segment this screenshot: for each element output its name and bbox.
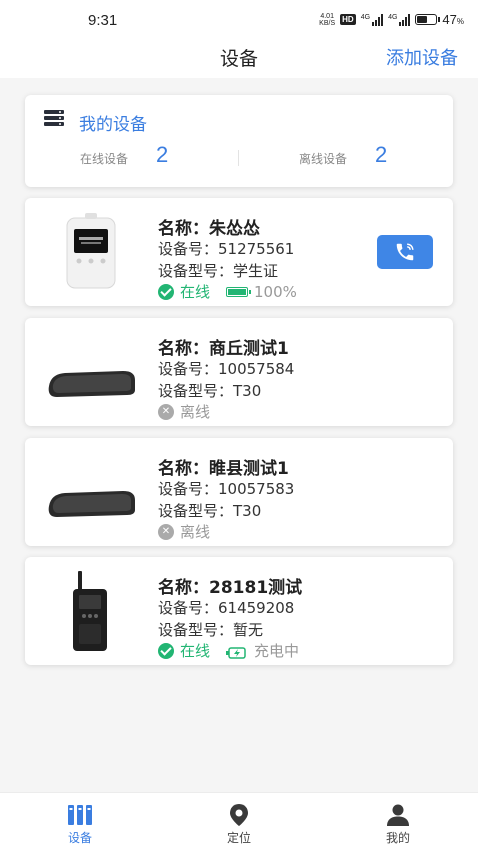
walkie-talkie-device-image [43, 569, 139, 653]
rearview-mirror-device-image [43, 450, 139, 534]
my-devices-title: 我的设备 [79, 115, 147, 135]
student-card-device-image [43, 210, 139, 294]
nav-bar: 设备 添加设备 [0, 40, 478, 78]
status-bar: 9:31 4.01 KB/S HD 4G 4G 47% [0, 0, 478, 40]
battery-icon [415, 14, 441, 25]
tab-mine[interactable]: 我的 [348, 793, 448, 850]
device-summary-card: 我的设备 在线设备 2 离线设备 2 [25, 95, 453, 187]
device-model: 设备型号：T30 [158, 502, 262, 520]
summary-divider [238, 150, 239, 166]
add-device-button[interactable]: 添加设备 [386, 44, 458, 70]
status-text: 离线 [180, 403, 211, 421]
tab-location[interactable]: 定位 [189, 793, 289, 850]
charging-icon [226, 645, 248, 659]
device-card[interactable]: 名称：商丘测试1 设备号：10057584 设备型号：T30 ✕ 离线 [25, 318, 453, 426]
location-pin-icon [230, 804, 248, 826]
status-text: 在线 [180, 283, 211, 301]
signal-icon: 4G [361, 13, 384, 26]
device-card[interactable]: 名称：28181测试 设备号：61459208 设备型号：暂无 在线 充电中 [25, 557, 453, 665]
device-card[interactable]: 名称：朱怂怂 设备号：51275561 设备型号：学生证 在线 100% [25, 198, 453, 306]
offline-x-icon: ✕ [158, 523, 174, 540]
device-card[interactable]: 名称：睢县测试1 设备号：10057583 设备型号：T30 ✕ 离线 [25, 438, 453, 546]
charging-text: 充电中 [254, 642, 300, 660]
status-text: 在线 [180, 642, 211, 660]
online-devices-count: 2 [156, 142, 169, 167]
device-model: 设备型号：学生证 [158, 262, 279, 280]
hd-badge: HD [340, 14, 356, 25]
devices-icon [68, 805, 92, 825]
status-time: 9:31 [88, 12, 118, 29]
online-check-icon [158, 642, 174, 659]
device-name: 名称：睢县测试1 [158, 459, 289, 479]
tab-label: 设备 [67, 831, 92, 845]
call-button[interactable] [377, 235, 433, 269]
server-icon [44, 110, 64, 128]
battery-level: 100% [254, 282, 297, 301]
device-number: 设备号：10057584 [158, 360, 295, 378]
device-name: 名称：朱怂怂 [158, 219, 260, 239]
status-text: 离线 [180, 523, 211, 541]
rearview-mirror-device-image [43, 330, 139, 414]
device-name: 名称：商丘测试1 [158, 339, 289, 359]
battery-percent: 47% [442, 12, 464, 27]
tab-label: 定位 [226, 831, 251, 845]
device-status: ✕ 离线 [158, 401, 210, 422]
online-devices-label: 在线设备 [80, 152, 129, 166]
status-indicators: 4.01 KB/S HD 4G 4G 47% [319, 12, 464, 27]
signal-icon-2: 4G [388, 13, 411, 26]
battery-full-icon [226, 286, 252, 297]
tab-devices[interactable]: 设备 [30, 793, 130, 850]
offline-devices-label: 离线设备 [299, 152, 348, 166]
phone-call-icon [396, 243, 414, 261]
device-name: 名称：28181测试 [158, 578, 303, 598]
network-speed: 4.01 KB/S [319, 12, 336, 27]
device-number: 设备号：61459208 [158, 599, 295, 617]
offline-devices-count: 2 [375, 142, 388, 167]
device-status: 在线 100% [158, 281, 297, 302]
device-model: 设备型号：暂无 [158, 621, 264, 639]
device-status: ✕ 离线 [158, 521, 210, 542]
user-icon [387, 804, 409, 826]
device-number: 设备号：10057583 [158, 480, 295, 498]
device-model: 设备型号：T30 [158, 382, 262, 400]
offline-x-icon: ✕ [158, 403, 174, 420]
device-number: 设备号：51275561 [158, 240, 295, 258]
online-check-icon [158, 283, 174, 300]
tab-label: 我的 [385, 831, 410, 845]
bottom-tab-bar: 设备 定位 我的 [0, 792, 478, 850]
device-status: 在线 充电中 [158, 640, 299, 661]
